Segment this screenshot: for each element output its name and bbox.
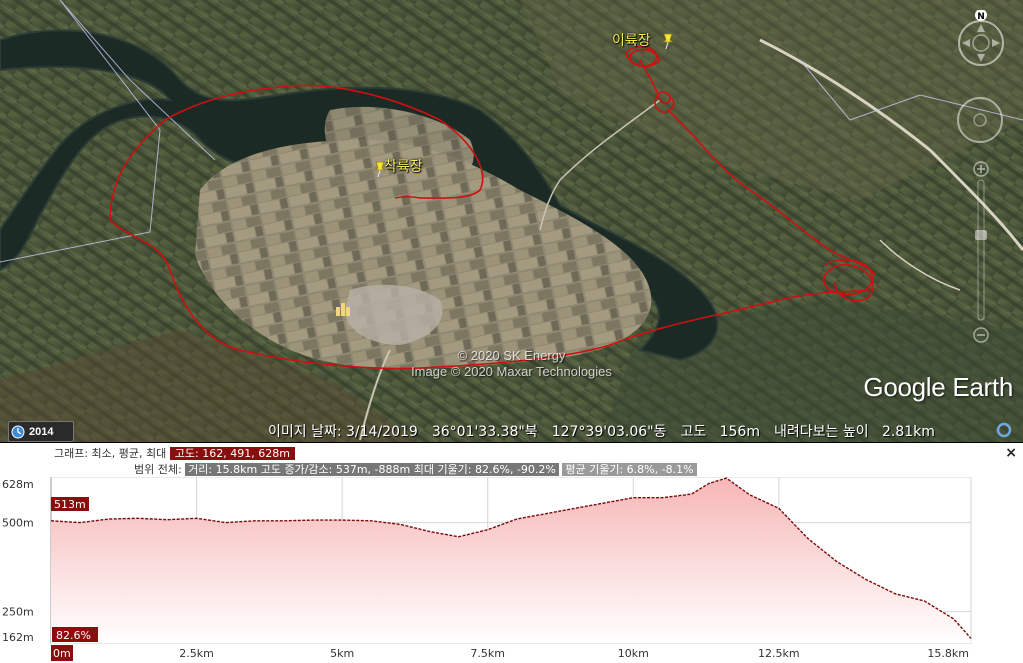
zoom-slider[interactable] (972, 160, 990, 350)
graph-stats-line: 그래프: 최소, 평균, 최대 고도: 162, 491, 628m (54, 445, 295, 461)
compass-north-letter: N (977, 12, 985, 22)
pushpin-icon[interactable] (660, 32, 676, 50)
zoom-slider-thumb (975, 230, 987, 240)
satellite-map-view[interactable]: 이륙장 착륙장 © 2020 SK Energy Image © 2020 Ma… (0, 0, 1023, 442)
svg-text:82.6%: 82.6% (56, 629, 91, 642)
map-label-landing[interactable]: 착륙장 (384, 156, 423, 176)
historical-imagery-year: 2014 (29, 425, 54, 438)
range-stats-line: 범위 전체: 거리: 15.8km 고도 증가/감소: 537m, -888m … (134, 461, 697, 477)
streaming-indicator-icon (996, 422, 1012, 438)
cursor-distance-badge: 0m (51, 645, 73, 661)
elevation-chart[interactable]: 628m 500m 250m 162m 2.5km 5km 7.5km 10km 12.5km… (0, 477, 1023, 663)
y-tick-label: 162m (2, 631, 34, 644)
x-tick-label: 10km (618, 647, 649, 660)
copyright-line-1: © 2020 SK Energy (457, 348, 566, 363)
cursor-elevation-badge: 513m (51, 497, 89, 511)
clock-icon (11, 425, 25, 438)
eye-altitude-readout: 내려다보는 높이 2.81km (773, 424, 935, 440)
look-around-control-icon[interactable] (955, 95, 1005, 145)
status-bar: 2014 이미지 날짜: 3/14/2019 36°01'33.38"북 127°3… (0, 419, 1023, 442)
range-stats: 거리: 15.8km 고도 증가/감소: 537m, -888m 최대 기울기:… (185, 463, 559, 476)
profile-header: 그래프: 최소, 평균, 최대 고도: 162, 491, 628m 범위 전체… (0, 443, 1023, 477)
x-tick-label: 15.8km (927, 647, 969, 660)
cursor-slope-badge: 82.6% (52, 627, 98, 642)
elevation-profile-panel: 그래프: 최소, 평균, 최대 고도: 162, 491, 628m 범위 전체… (0, 443, 1023, 663)
svg-text:513m: 513m (54, 498, 86, 511)
close-profile-button[interactable]: × (1005, 445, 1017, 461)
y-tick-label: 250m (2, 606, 34, 619)
svg-text:0m: 0m (53, 647, 71, 660)
longitude-readout: 127°39'03.06"동 (551, 424, 667, 440)
y-tick-label: 500m (2, 517, 34, 530)
x-tick-label: 12.5km (758, 647, 800, 660)
range-prefix: 범위 전체: (134, 463, 182, 476)
graph-stats-prefix: 그래프: 최소, 평균, 최대 (54, 447, 167, 460)
google-earth-logo: Google Earth (863, 372, 1013, 402)
image-date: 이미지 날짜: 3/14/2019 (268, 424, 418, 440)
x-tick-label: 2.5km (179, 647, 214, 660)
latitude-readout: 36°01'33.38"북 (431, 424, 538, 440)
x-axis-ticks: 2.5km 5km 7.5km 10km 12.5km 15.8km (179, 647, 969, 660)
elevation-min-avg-max: 고도: 162, 491, 628m (169, 447, 295, 460)
x-tick-label: 7.5km (470, 647, 505, 660)
x-tick-label: 5km (330, 647, 354, 660)
map-label-takeoff[interactable]: 이륙장 (612, 30, 651, 50)
y-axis-ticks: 628m 500m 250m 162m (2, 478, 34, 644)
compass-icon[interactable]: N (952, 10, 1010, 68)
status-readout: 이미지 날짜: 3/14/2019 36°01'33.38"북 127°39'03.… (268, 421, 949, 441)
historical-imagery-button[interactable]: 2014 (8, 421, 74, 442)
average-slope-stats: 평균 기울기: 6.8%, -8.1% (562, 463, 697, 476)
ground-altitude-readout: 고도 156m (680, 424, 760, 440)
y-tick-label: 628m (2, 478, 34, 491)
